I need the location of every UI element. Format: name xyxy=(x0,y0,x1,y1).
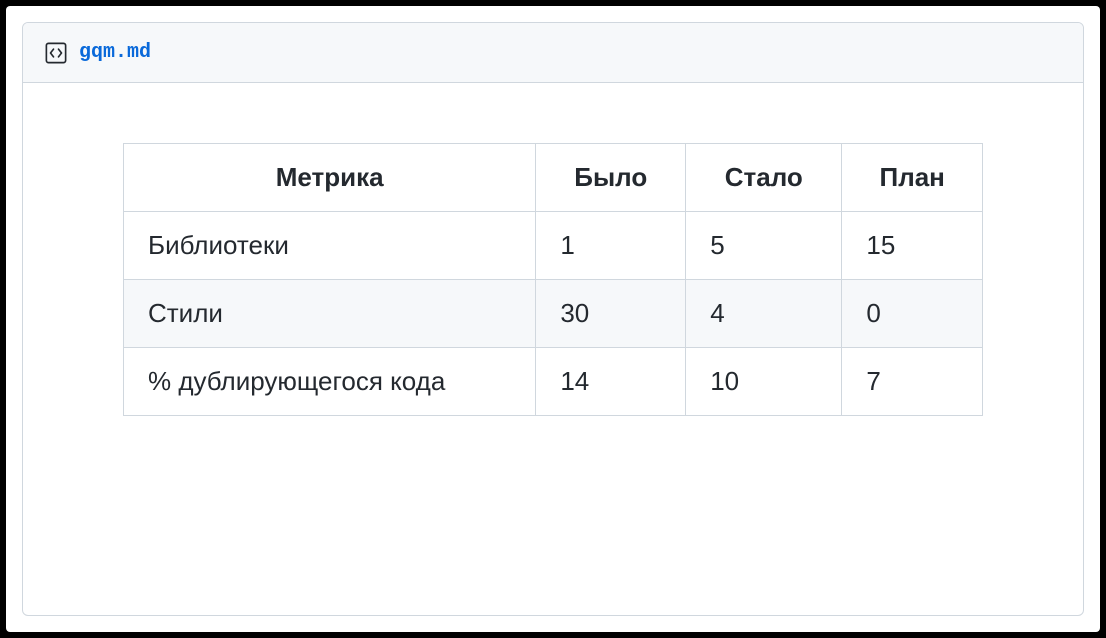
cell-now: 4 xyxy=(686,280,842,348)
cell-plan: 7 xyxy=(842,348,983,416)
cell-plan: 0 xyxy=(842,280,983,348)
cell-was: 14 xyxy=(536,348,686,416)
cell-was: 30 xyxy=(536,280,686,348)
cell-metric: % дублирующегося кода xyxy=(124,348,536,416)
cell-metric: Библиотеки xyxy=(124,212,536,280)
table-row: % дублирующегося кода 14 10 7 xyxy=(124,348,983,416)
col-now: Стало xyxy=(686,144,842,212)
code-square-icon xyxy=(45,42,67,64)
table-row: Библиотеки 1 5 15 xyxy=(124,212,983,280)
file-panel: gqm.md Метрика Было Стало План Библиотек… xyxy=(22,22,1084,616)
metrics-table: Метрика Было Стало План Библиотеки 1 5 1… xyxy=(123,143,983,416)
col-was: Было xyxy=(536,144,686,212)
document-frame: gqm.md Метрика Было Стало План Библиотек… xyxy=(6,6,1100,632)
file-body: Метрика Было Стало План Библиотеки 1 5 1… xyxy=(23,83,1083,615)
cell-metric: Стили xyxy=(124,280,536,348)
filename-link[interactable]: gqm.md xyxy=(79,41,151,64)
col-plan: План xyxy=(842,144,983,212)
cell-now: 5 xyxy=(686,212,842,280)
table-row: Стили 30 4 0 xyxy=(124,280,983,348)
col-metric: Метрика xyxy=(124,144,536,212)
cell-plan: 15 xyxy=(842,212,983,280)
table-header-row: Метрика Было Стало План xyxy=(124,144,983,212)
file-header: gqm.md xyxy=(23,23,1083,83)
cell-now: 10 xyxy=(686,348,842,416)
cell-was: 1 xyxy=(536,212,686,280)
